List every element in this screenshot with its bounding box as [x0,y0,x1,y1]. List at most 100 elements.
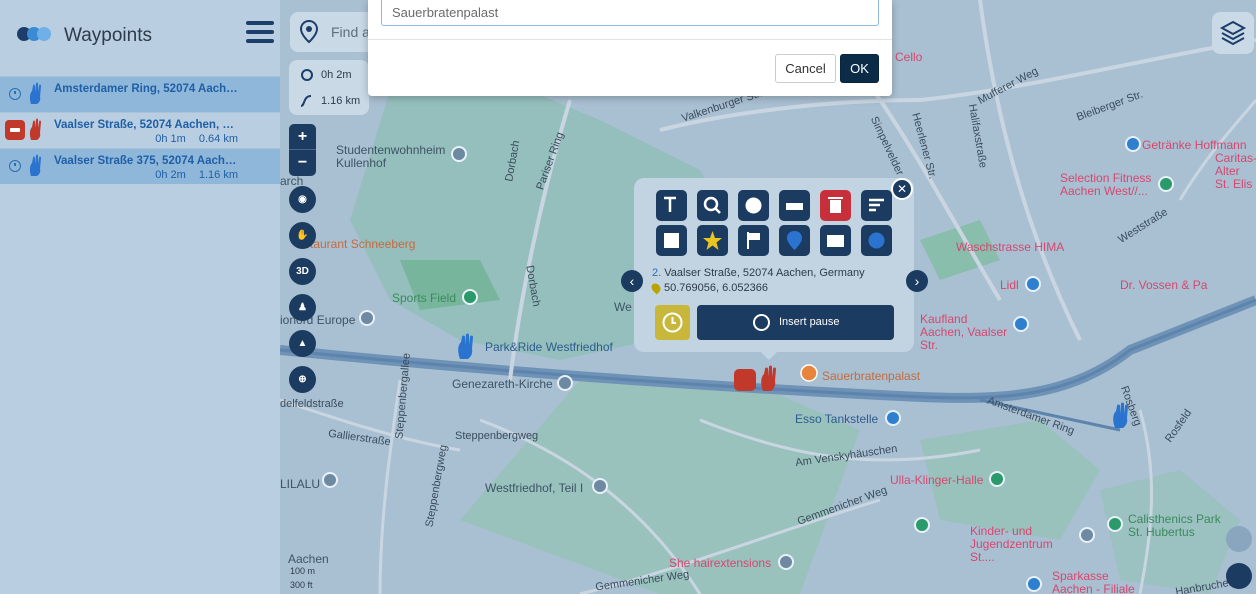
map-poi-lidl[interactable] [1025,276,1041,292]
pause-clock-icon[interactable] [655,305,690,340]
map-label-caritas: Caritas-Alter St. Elis [1215,152,1256,191]
locate-pin-button[interactable]: ◉ [289,186,316,213]
map-poi-studentenwohnheim[interactable] [451,146,467,162]
map-label-park-ride: Park&Ride Westfriedhof [485,340,613,354]
map-label-selection-fitness: Selection Fitness Aachen West//... [1060,171,1152,198]
map-poi-sports-field[interactable] [462,289,478,305]
waypoint-time: 0h 2m [155,169,186,181]
map-poi-kinder-jugend[interactable] [1079,527,1095,543]
trash-icon[interactable] [820,190,851,221]
undo-icon[interactable] [1226,563,1252,589]
popup-pointer [761,352,777,360]
elevation-chart-button[interactable]: ▲ [289,330,316,357]
insert-pause-button[interactable]: Insert pause [697,305,894,340]
search-placeholder: Find a [331,24,370,40]
hamburger-menu-icon[interactable] [246,21,274,47]
map-label-westfriedhof: Westfriedhof, Teil I [485,481,584,495]
flag-icon[interactable] [738,225,769,256]
waypoint-item-1[interactable]: Amsterdamer Ring, 52074 Aache... [0,76,280,112]
map-poi-she-hair[interactable] [778,554,794,570]
waypoint-distance: 0.64 km [198,133,238,145]
waypoint-item-3[interactable]: Vaalser Straße 375, 52074 Aachen... 0h 2… [0,148,280,184]
map-label-esso: Esso Tankstelle [795,412,879,426]
waypoint-meta: 0h 2m 1.16 km [54,169,238,181]
map-poi-kaufland[interactable] [1013,316,1029,332]
map-poi-selection-fitness[interactable] [1158,176,1174,192]
note-icon[interactable] [656,225,687,256]
route-distance-icon [300,95,312,107]
search-dialog: Cancel OK [368,0,892,96]
zoom-out-button[interactable]: − [289,150,316,176]
insert-pause-label: Insert pause [779,316,840,328]
restaurant-marker-icon[interactable] [734,369,756,391]
popup-close-button[interactable]: ✕ [891,178,913,200]
popup-address-text: Vaalser Straße, 52074 Aachen, Germany [664,267,865,279]
search-icon[interactable] [697,190,728,221]
zoom-control: + − [289,124,316,176]
waypoint-distance: 1.16 km [198,169,238,181]
map-label-sauerbratenpalast: Sauerbratenpalast [822,369,921,383]
waypoint-address: Vaalser Straße 375, 52074 Aachen... [54,155,240,167]
photo-icon[interactable] [820,225,851,256]
waypoint-address: Amsterdamer Ring, 52074 Aache... [54,83,240,95]
waypoint-item-2[interactable]: Vaalser Straße, 52074 Aachen, Ge... 0h 1… [0,112,280,148]
map-label-she-hair: She hairextensions [669,556,772,570]
pause-clock-glyph [662,312,683,333]
map-label-steppenbergweg: Steppenbergweg [455,430,539,442]
waypoint-3-marker-icon[interactable] [455,333,477,361]
map-poi-esso[interactable] [885,410,901,426]
popup-prev-button[interactable]: ‹ [621,270,643,292]
hand-tool-button[interactable]: ✋ [289,222,316,249]
map-poi-sparkasse[interactable] [1026,576,1042,592]
popup-address: 2. Vaalser Straße, 52074 Aachen, Germany [652,267,865,279]
ok-button[interactable]: OK [840,54,879,83]
waypoint-1-marker-icon[interactable] [1110,402,1132,430]
marker-icon[interactable] [779,225,810,256]
map-label-studentenwohnheim: Studentenwohnheim Kullenhof [336,143,446,170]
map-poi-genezareth[interactable] [557,375,573,391]
street-view-button[interactable]: ♟ [289,294,316,321]
dialog-separator [368,39,892,40]
popup-next-button[interactable]: › [906,270,928,292]
popup-coordinates-text: 50.769056, 6.052366 [664,282,768,294]
redo-icon[interactable] [1226,526,1252,552]
star-icon[interactable] [697,225,728,256]
waypoint-3-hand-icon [29,154,41,176]
map-label-getraenke: Getränke Hoffmann [1142,138,1247,152]
map-label-we: We [614,300,632,314]
cancel-button[interactable]: Cancel [775,54,836,83]
map-scale: 100 m 300 ft [284,566,342,594]
layers-icon[interactable] [1212,12,1254,54]
notes-icon[interactable] [861,190,892,221]
map-poi-getraenke[interactable] [1125,136,1141,152]
popup-coordinates: 50.769056, 6.052366 [649,281,768,295]
route-time-row: 0h 2m [299,68,352,82]
my-location-button[interactable]: ⊕ [289,366,316,393]
waypoint-2-marker-icon[interactable] [758,365,780,393]
restaurant-poi-icon[interactable] [800,364,818,382]
clock-icon[interactable] [9,160,21,172]
map-poi-ulla-klinger[interactable] [989,471,1005,487]
map-poi-lilalu[interactable] [322,472,338,488]
zoom-in-button[interactable]: + [289,124,316,150]
palette-icon[interactable] [738,190,769,221]
map-poi-ionord-europe[interactable] [359,310,375,326]
map-poi-playground[interactable] [914,517,930,533]
popup-waypoint-number: 2. [652,267,662,279]
waypoint-time: 0h 1m [155,133,186,145]
clock-icon[interactable] [9,88,21,100]
3d-button[interactable]: 3D [289,258,316,285]
map-label-waschstrasse: Waschstrasse HIMA [956,240,1065,254]
waypoint-2-hand-icon [29,118,41,140]
hotel-icon[interactable] [779,190,810,221]
map-label-kaufland: Kaufland Aachen, Vaalser Str. [920,312,1008,352]
app-logo-icon [17,27,51,41]
search-box[interactable]: Find a [290,12,380,52]
map-poi-calisthenics[interactable] [1107,516,1123,532]
badge-icon[interactable] [861,225,892,256]
route-stats: 0h 2m 1.16 km [289,60,369,115]
map-poi-westfriedhof[interactable] [592,478,608,494]
dialog-search-input[interactable] [381,0,879,26]
text-edit-icon[interactable] [656,190,687,221]
sidebar-header: Waypoints [0,5,280,61]
